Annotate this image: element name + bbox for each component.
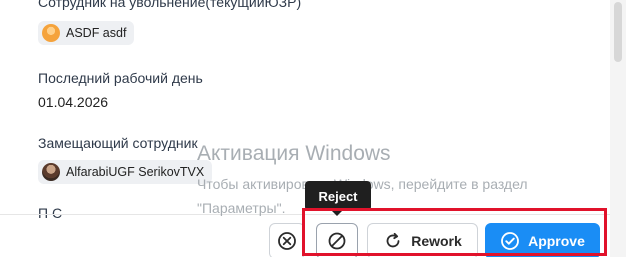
reject-tooltip: Reject bbox=[305, 181, 371, 211]
partial-field-label: П С bbox=[38, 205, 63, 221]
block-icon bbox=[327, 231, 347, 251]
avatar bbox=[42, 24, 60, 42]
tooltip-arrow bbox=[331, 210, 343, 216]
approve-button[interactable]: Approve bbox=[485, 223, 600, 257]
last-day-value: 01.04.2026 bbox=[38, 94, 109, 110]
check-circle-icon bbox=[500, 231, 520, 251]
replacement-chip-label: AlfarabiUGF SerikovTVX bbox=[66, 165, 205, 179]
replacement-chip[interactable]: AlfarabiUGF SerikovTVX bbox=[38, 160, 213, 184]
last-day-label: Последний рабочий день bbox=[38, 70, 203, 86]
employee-label: Сотрудник на увольнение(текущийЮЗР) bbox=[38, 0, 302, 10]
employee-chip-label: ASDF asdf bbox=[66, 26, 127, 40]
rework-button[interactable]: Rework bbox=[367, 223, 478, 257]
close-button[interactable] bbox=[269, 223, 305, 257]
avatar bbox=[42, 163, 60, 181]
watermark-title: Активация Windows bbox=[197, 142, 391, 165]
replacement-label: Замещающий сотрудник bbox=[38, 135, 198, 151]
employee-chip[interactable]: ASDF asdf bbox=[38, 21, 135, 45]
rework-label: Rework bbox=[411, 233, 462, 249]
close-circle-icon bbox=[277, 231, 297, 251]
request-panel: Сотрудник на увольнение(текущийЮЗР) ASDF… bbox=[0, 0, 610, 257]
scrollbar-thumb[interactable] bbox=[614, 2, 622, 62]
reject-button[interactable] bbox=[316, 223, 358, 257]
watermark-line2: "Параметры". bbox=[197, 200, 286, 216]
rework-icon bbox=[383, 231, 403, 251]
footer-divider bbox=[0, 214, 610, 215]
approve-label: Approve bbox=[528, 233, 585, 249]
